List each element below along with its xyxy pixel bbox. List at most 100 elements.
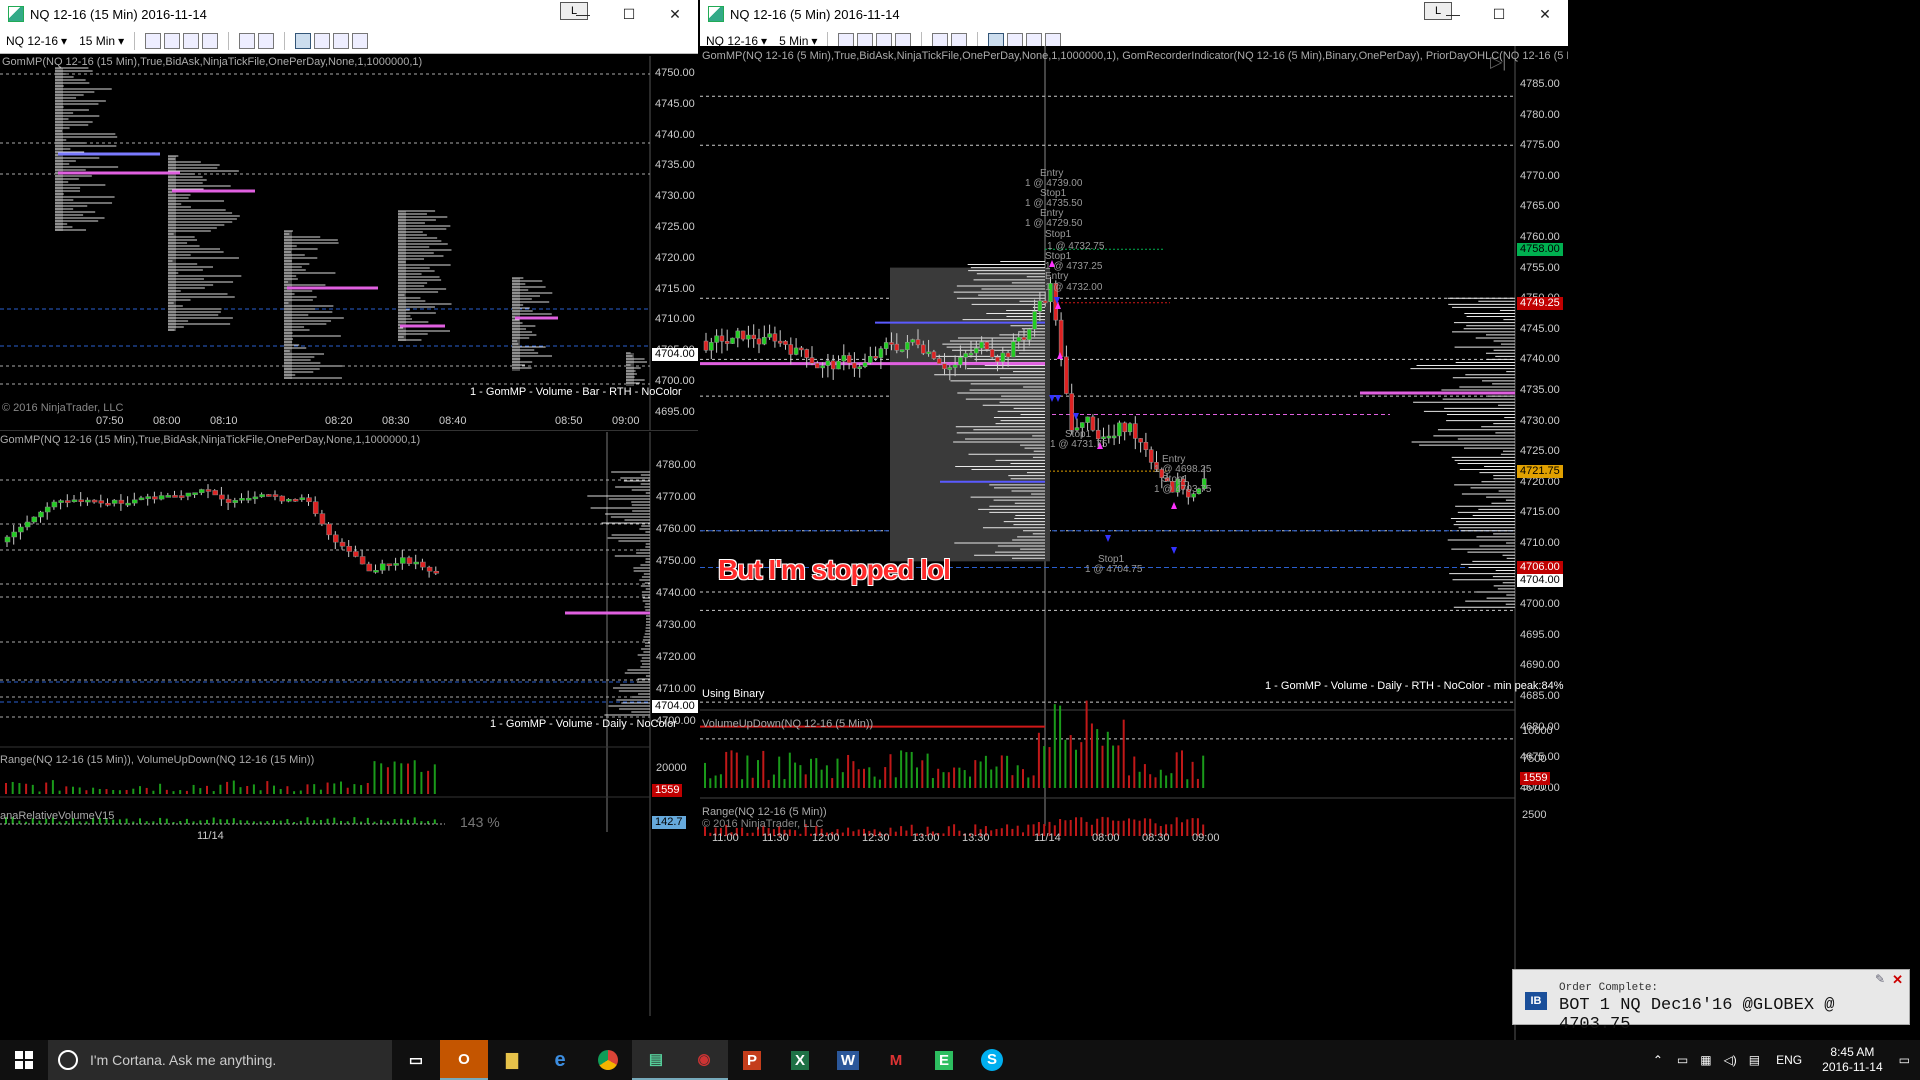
volume-bar bbox=[958, 767, 961, 788]
left-bottom-chart-panel[interactable]: GomMP(NQ 12-16 (15 Min),True,BidAsk,Ninj… bbox=[0, 432, 698, 1016]
candle bbox=[841, 355, 847, 362]
cortana-search-box[interactable]: I'm Cortana. Ask me anything. bbox=[48, 1040, 392, 1080]
candle bbox=[767, 333, 772, 338]
rel-volume-bar bbox=[407, 819, 409, 824]
volume-bar bbox=[51, 780, 54, 794]
candle bbox=[1016, 336, 1021, 342]
minimize-icon[interactable]: — bbox=[1430, 0, 1476, 28]
volume-bar bbox=[1202, 755, 1205, 788]
start-button[interactable] bbox=[0, 1040, 48, 1080]
candle bbox=[724, 341, 730, 344]
volume-bar bbox=[239, 787, 242, 794]
volume-bar bbox=[165, 789, 168, 794]
right-title-bar[interactable]: NQ 12-16 (5 Min) 2016-11-14 L — ☐ ✕ bbox=[700, 0, 1568, 28]
close-icon[interactable]: ✕ bbox=[1522, 0, 1568, 28]
task-view-icon[interactable]: ▭ bbox=[392, 1040, 440, 1080]
buy-arrow bbox=[1171, 547, 1177, 554]
chrome-icon[interactable] bbox=[584, 1040, 632, 1080]
maximize-icon[interactable]: ☐ bbox=[606, 0, 652, 28]
edge-icon[interactable]: e bbox=[536, 1040, 584, 1080]
outlook-icon[interactable]: O bbox=[440, 1040, 488, 1080]
volume-bar bbox=[1112, 745, 1115, 788]
volume-bar bbox=[730, 750, 733, 788]
volume-bar bbox=[299, 790, 302, 794]
candle bbox=[1032, 311, 1037, 330]
right-chart-panel[interactable]: GomMP(NQ 12-16 (5 Min),True,BidAsk,Ninja… bbox=[700, 46, 1568, 1040]
tws-icon[interactable]: ▤ bbox=[632, 1040, 680, 1080]
maximize-icon[interactable]: ☐ bbox=[1476, 0, 1522, 28]
axis-tick: 4700.00 bbox=[655, 375, 695, 387]
left-interval-selector[interactable]: 15 Min ▾ bbox=[79, 34, 124, 48]
toggle-panel-icon[interactable]: ▷| bbox=[1490, 52, 1510, 71]
range-axis-tick: 20000 bbox=[656, 762, 687, 774]
properties-icon[interactable] bbox=[333, 32, 350, 49]
ninjatrader-taskbar-icon[interactable]: ◉ bbox=[680, 1040, 728, 1080]
zoom-icon[interactable] bbox=[258, 32, 275, 49]
action-center-icon[interactable]: ▤ bbox=[1749, 1053, 1760, 1067]
candle bbox=[1111, 435, 1117, 439]
gmail-icon[interactable]: M bbox=[872, 1040, 920, 1080]
range-bar bbox=[847, 827, 850, 836]
display-icon[interactable]: ▭ bbox=[1677, 1053, 1688, 1067]
candle bbox=[239, 498, 245, 501]
range-bar bbox=[1085, 821, 1088, 836]
axis-tick: 4745.00 bbox=[1520, 322, 1560, 335]
volume-icon[interactable]: ◁) bbox=[1724, 1053, 1737, 1067]
powerpoint-icon[interactable]: P bbox=[728, 1040, 776, 1080]
volume-bar bbox=[767, 779, 770, 788]
close-icon[interactable]: ✕ bbox=[652, 0, 698, 28]
indicators-icon[interactable] bbox=[314, 32, 331, 49]
range-bar bbox=[1133, 819, 1136, 836]
word-icon[interactable]: W bbox=[824, 1040, 872, 1080]
candle bbox=[18, 526, 24, 533]
chart-trader-icon[interactable] bbox=[295, 32, 312, 49]
chevron-up-icon[interactable]: ⌃ bbox=[1653, 1053, 1663, 1067]
rel-volume-bar bbox=[199, 820, 202, 824]
close-icon[interactable]: ✕ bbox=[1892, 972, 1903, 988]
volume-bar bbox=[788, 752, 791, 788]
candle bbox=[931, 351, 937, 359]
cursor-icon[interactable] bbox=[239, 32, 256, 49]
left-title-bar[interactable]: NQ 12-16 (15 Min) 2016-11-14 L — ☐ ✕ bbox=[0, 0, 698, 28]
clock[interactable]: 8:45 AM 2016-11-14 bbox=[1822, 1045, 1883, 1075]
evernote-icon[interactable]: E bbox=[920, 1040, 968, 1080]
axis-tick: 11/14 bbox=[1034, 832, 1061, 844]
windows-icon bbox=[15, 1051, 33, 1069]
rel-volume-bar bbox=[393, 819, 396, 824]
volume-bar bbox=[1090, 723, 1093, 788]
left-instrument-selector[interactable]: NQ 12-16 ▾ bbox=[6, 34, 67, 48]
candle bbox=[883, 342, 889, 349]
relative-volume-percent: 143 % bbox=[460, 814, 500, 830]
range-bar bbox=[1075, 817, 1077, 836]
volume-bar bbox=[319, 789, 322, 794]
axis-tick: 07:50 bbox=[96, 415, 124, 427]
file-explorer-icon[interactable]: ▇ bbox=[488, 1040, 536, 1080]
language-indicator[interactable]: ENG bbox=[1776, 1053, 1802, 1067]
drawing-tool-icon[interactable] bbox=[183, 32, 200, 49]
volume-bar bbox=[420, 771, 423, 794]
candle bbox=[1058, 319, 1064, 358]
order-complete-toast[interactable]: IB Order Complete: BOT 1 NQ Dec16'16 @GL… bbox=[1512, 969, 1910, 1034]
network-icon[interactable]: ▦ bbox=[1700, 1053, 1711, 1067]
rel-volume-bar bbox=[219, 819, 222, 824]
date-tick: 11/14 bbox=[197, 830, 224, 842]
pencil-icon[interactable] bbox=[164, 32, 181, 49]
candle bbox=[132, 499, 138, 504]
volume-bar bbox=[990, 769, 993, 788]
eraser-icon[interactable] bbox=[202, 32, 219, 49]
minimize-icon[interactable]: — bbox=[560, 0, 606, 28]
line-chart-icon[interactable] bbox=[145, 32, 162, 49]
notification-icon[interactable]: ▭ bbox=[1899, 1053, 1910, 1067]
excel-icon[interactable]: X bbox=[776, 1040, 824, 1080]
volume-bar bbox=[333, 783, 336, 794]
data-box-icon[interactable] bbox=[352, 32, 369, 49]
profile-body bbox=[512, 278, 520, 371]
pin-icon[interactable]: ✎ bbox=[1875, 972, 1885, 986]
candle bbox=[11, 531, 17, 538]
volume-bar bbox=[346, 787, 349, 794]
left-top-chart-panel[interactable]: GomMP(NQ 12-16 (15 Min),True,BidAsk,Ninj… bbox=[0, 56, 698, 431]
candle bbox=[266, 494, 272, 497]
skype-icon[interactable]: S bbox=[968, 1040, 1016, 1080]
candle bbox=[1122, 422, 1127, 433]
candle bbox=[319, 513, 326, 525]
